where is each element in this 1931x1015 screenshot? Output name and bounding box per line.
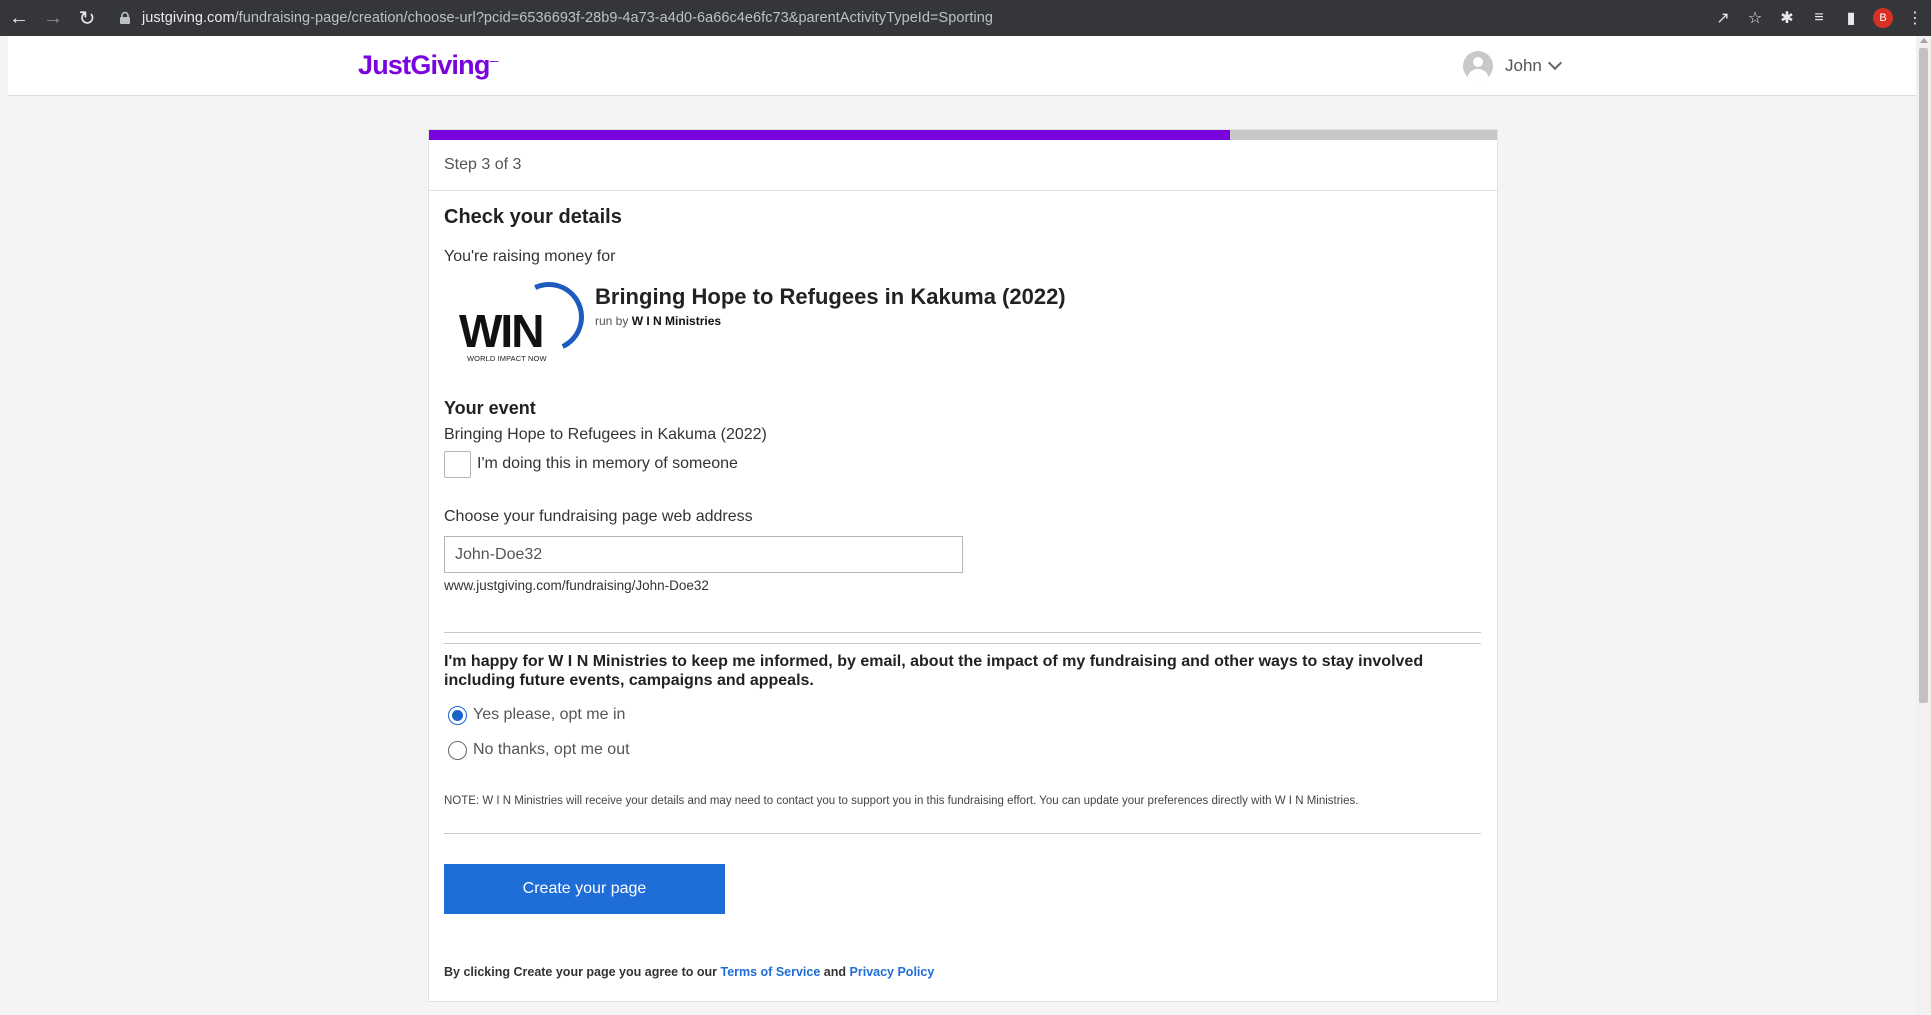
scroll-up-icon[interactable]	[1920, 38, 1928, 43]
step-divider	[429, 190, 1497, 191]
optin-question: I'm happy for W I N Ministries to keep m…	[444, 653, 1424, 689]
charity-logo: WIN WORLD IMPACT NOW	[459, 272, 594, 363]
charity-logo-subtext: WORLD IMPACT NOW	[467, 354, 547, 363]
site-header: JustGiving— John	[8, 36, 1916, 96]
back-icon[interactable]: ←	[4, 3, 34, 33]
step-indicator: Step 3 of 3	[444, 156, 522, 173]
user-menu[interactable]: John	[1463, 50, 1562, 82]
check-details-card: Step 3 of 3 Check your details You're ra…	[428, 129, 1498, 1002]
web-address-input[interactable]	[444, 536, 963, 573]
optin-no-option[interactable]: No thanks, opt me out	[444, 738, 630, 762]
event-heading: Your event	[444, 398, 536, 418]
divider	[444, 833, 1481, 834]
side-panel-icon[interactable]: ▮	[1835, 2, 1867, 34]
event-name: Bringing Hope to Refugees in Kakuma (202…	[444, 426, 767, 443]
terms-text: By clicking Create your page you agree t…	[444, 965, 935, 979]
create-page-button[interactable]: Create your page	[444, 864, 725, 914]
browser-toolbar: ← → ↻ justgiving.com/fundraising-page/cr…	[0, 0, 1931, 36]
address-text: justgiving.com/fundraising-page/creation…	[142, 10, 993, 26]
charity-name: W I N Ministries	[631, 314, 722, 328]
optin-no-radio[interactable]	[448, 740, 467, 760]
bookmark-star-icon[interactable]: ☆	[1739, 2, 1771, 34]
divider	[444, 643, 1481, 644]
web-address-preview: www.justgiving.com/fundraising/John-Doe3…	[444, 578, 709, 593]
address-bar[interactable]: justgiving.com/fundraising-page/creation…	[118, 4, 1698, 32]
reading-list-icon[interactable]: ≡	[1803, 2, 1835, 34]
share-icon[interactable]: ↗	[1707, 2, 1739, 34]
page-title: Check your details	[444, 206, 622, 228]
optin-yes-option[interactable]: Yes please, opt me in	[444, 703, 625, 727]
scrollbar-thumb[interactable]	[1919, 48, 1928, 703]
extensions-icon[interactable]: ✱	[1771, 2, 1803, 34]
progress-bar	[429, 130, 1497, 140]
optin-no-label[interactable]: No thanks, opt me out	[473, 741, 630, 759]
user-name: John	[1505, 56, 1542, 75]
justgiving-logo[interactable]: JustGiving—	[358, 50, 499, 81]
chevron-down-icon	[1547, 55, 1562, 71]
memory-checkbox[interactable]	[444, 450, 471, 478]
memory-checkbox-row[interactable]: I'm doing this in memory of someone	[444, 450, 738, 478]
profile-initial: B	[1873, 8, 1893, 28]
terms-of-service-link[interactable]: Terms of Service	[720, 965, 820, 979]
page-scrollbar[interactable]	[1916, 36, 1931, 1015]
divider	[444, 632, 1481, 633]
more-menu-icon[interactable]: ⋮	[1899, 2, 1931, 34]
optin-yes-radio[interactable]	[448, 705, 467, 725]
memory-checkbox-label[interactable]: I'm doing this in memory of someone	[477, 455, 738, 473]
reload-icon[interactable]: ↻	[72, 3, 102, 33]
lock-icon	[120, 11, 130, 24]
privacy-note: NOTE: W I N Ministries will receive your…	[444, 795, 1359, 807]
profile-avatar[interactable]: B	[1867, 2, 1899, 34]
optin-yes-label[interactable]: Yes please, opt me in	[473, 706, 625, 724]
progress-fill	[429, 130, 1230, 140]
page-gutter	[0, 36, 8, 1015]
charity-logo-text: WIN	[459, 305, 544, 357]
campaign-title: Bringing Hope to Refugees in Kakuma (202…	[595, 284, 1066, 309]
web-address-label: Choose your fundraising page web address	[444, 508, 753, 525]
user-avatar-icon	[1463, 51, 1493, 81]
privacy-policy-link[interactable]: Privacy Policy	[850, 965, 935, 979]
forward-icon[interactable]: →	[38, 3, 68, 33]
run-by: run by W I N Ministries	[595, 314, 722, 328]
raising-label: You're raising money for	[444, 248, 616, 265]
